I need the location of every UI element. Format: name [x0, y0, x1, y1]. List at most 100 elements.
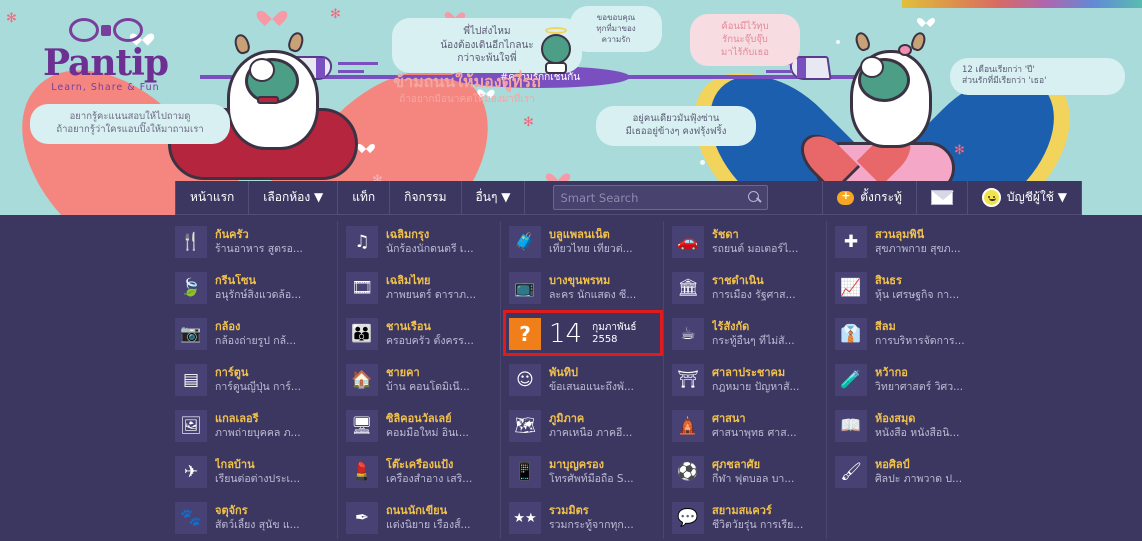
computer-icon: 🖥: [346, 410, 378, 442]
room-item[interactable]: ☺ พันทิป ข้อเสนอแนะถึงพั...: [509, 359, 655, 401]
room-item[interactable]: 🖥 ซิลิคอนวัลเลย์ คอมมือใหม่ อินเ...: [346, 405, 492, 447]
room-item[interactable]: 💄 โต๊ะเครื่องแป้ง เครื่องสำอาง เสริ...: [346, 451, 492, 493]
mascot-right: [820, 24, 960, 154]
room-desc: ข้อเสนอแนะถึงพั...: [549, 381, 634, 393]
room-item[interactable]: 🗺 ภูมิภาค ภาคเหนือ ภาคอี...: [509, 405, 655, 447]
room-item[interactable]: ✚ สวนลุมพินี สุขภาพกาย สุขภ...: [835, 221, 1000, 263]
nav-home[interactable]: หน้าแรก: [175, 181, 250, 214]
room-item[interactable]: 📷 กล้อง กล้องถ่ายรูป กล้...: [175, 313, 329, 355]
room-name: สินธร: [875, 274, 902, 287]
room-name: ไร้สังกัด: [712, 320, 750, 333]
speech-bubbles-icon: 💬: [672, 502, 704, 534]
room-item[interactable]: ⚽ ศุภชลาศัย กีฬา ฟุตบอล บา...: [672, 451, 818, 493]
search-icon[interactable]: [748, 191, 761, 204]
room-name: ห้องสมุด: [875, 412, 916, 425]
room-item[interactable]: ★★ รวมมิตร รวมกระทู้จากทุก...: [509, 497, 655, 539]
room-desc: การเมือง รัฐศาส...: [712, 289, 796, 301]
nav-tags[interactable]: แท็ก: [338, 181, 391, 214]
room-desc: เรียนต่อต่างประเ...: [215, 473, 301, 485]
room-name: โต๊ะเครื่องแป้ง: [386, 458, 454, 471]
mini-heart-icon: [262, 4, 282, 23]
date-widget[interactable]: ? 14 กุมภาพันธ์ 2558: [503, 310, 663, 356]
room-item[interactable]: ☕ ไร้สังกัด กระทู้อื่นๆ ที่ไม่สั...: [672, 313, 818, 355]
house-icon: 🏠: [346, 364, 378, 396]
search-input[interactable]: [560, 190, 749, 205]
room-desc: เที่ยวไทย เที่ยวต่...: [549, 243, 633, 255]
room-item[interactable]: 🍃 กรีนโซน อนุรักษ์สิ่งแวดล้อ...: [175, 267, 329, 309]
room-name: พันทิป: [549, 366, 579, 379]
room-item[interactable]: ✒ ถนนนักเขียน แต่งนิยาย เรื่องสั้...: [346, 497, 492, 539]
room-item[interactable]: 📈 สินธร หุ้น เศรษฐกิจ กา...: [835, 267, 1000, 309]
room-column-2: ♫ เฉลิมกรุง นักร้องนักดนตรี เ... 🎞 เฉลิม…: [338, 221, 501, 539]
room-name: มาบุญครอง: [549, 458, 605, 471]
room-item[interactable]: ✈ ไกลบ้าน เรียนต่อต่างประเ...: [175, 451, 329, 493]
room-item[interactable]: 🧪 หว้ากอ วิทยาศาสตร์ วิศว...: [835, 359, 1000, 401]
room-name: รวมมิตร: [549, 504, 589, 517]
room-item[interactable]: 📺 บางขุนพรหม ละคร นักแสดง ซี...: [509, 267, 655, 309]
room-desc: หุ้น เศรษฐกิจ กา...: [875, 289, 960, 301]
room-desc: บ้าน คอนโดมิเนี...: [386, 381, 470, 393]
room-column-4: 🚗 รัชดา รถยนต์ มอเตอร์ไ... 🏛 ราชดำเนิน ก…: [664, 221, 827, 539]
room-name: ซิลิคอนวัลเลย์: [386, 412, 452, 425]
room-desc: กล้องถ่ายรูป กล้...: [215, 335, 297, 347]
room-desc: กระทู้อื่นๆ ที่ไม่สั...: [712, 335, 795, 347]
room-item[interactable]: 🛕 ศาสนา ศาสนาพุทธ ศาส...: [672, 405, 818, 447]
create-post-button[interactable]: ตั้งกระทู้: [822, 181, 917, 214]
room-name: ศาลาประชาคม: [712, 366, 786, 379]
room-item[interactable]: 🏠 ชายคา บ้าน คอนโดมิเนี...: [346, 359, 492, 401]
avatar: [981, 188, 1001, 207]
room-item[interactable]: 👔 สีลม การบริหารจัดการ...: [835, 313, 1000, 355]
room-item[interactable]: 🐾 จตุจักร สัตว์เลี้ยง สุนัข แ...: [175, 497, 329, 539]
film-strip-icon: 🎞: [346, 272, 378, 304]
room-name: เฉลิมไทย: [386, 274, 431, 287]
angel-mascot-icon: [535, 26, 577, 74]
question-mark-icon[interactable]: ?: [509, 318, 541, 350]
room-item[interactable]: 📱 มาบุญครอง โทรศัพท์มือถือ S...: [509, 451, 655, 493]
room-name: การ์ตูน: [215, 366, 249, 379]
luggage-icon: 🧳: [509, 226, 541, 258]
room-desc: นักร้องนักดนตรี เ...: [386, 243, 474, 255]
nav-activity[interactable]: กิจกรรม: [390, 181, 462, 214]
room-name: ชายคา: [386, 366, 420, 379]
account-menu[interactable]: บัญชีผู้ใช้ ▼: [968, 181, 1082, 214]
room-desc: แต่งนิยาย เรื่องสั้...: [386, 519, 471, 531]
room-desc: กีฬา ฟุตบอล บา...: [712, 473, 795, 485]
room-desc: สัตว์เลี้ยง สุนัข แ...: [215, 519, 300, 531]
room-desc: คอมมือใหม่ อินเ...: [386, 427, 469, 439]
speech-bubble: ค้อนมีไว้ทุบ รักนะจุ๊บจุ๊บ มาไร้กับเธอ: [690, 14, 800, 67]
room-desc: ภาคเหนือ ภาคอี...: [549, 427, 633, 439]
room-item[interactable]: 👪 ชานเรือน ครอบครัว ตั้งครร...: [346, 313, 492, 355]
room-item[interactable]: 🚗 รัชดา รถยนต์ มอเตอร์ไ...: [672, 221, 818, 263]
search-box[interactable]: [553, 185, 769, 210]
room-desc: การบริหารจัดการ...: [875, 335, 965, 347]
room-item[interactable]: ⛩ ศาลาประชาคม กฎหมาย ปัญหาสั...: [672, 359, 818, 401]
room-desc: ภาพถ่ายบุคคล ภ...: [215, 427, 301, 439]
room-item[interactable]: 🎞 เฉลิมไทย ภาพยนตร์ ดาราภ...: [346, 267, 492, 309]
room-item[interactable]: 🖌 หอศิลป์ ศิลปะ ภาพวาด ป...: [835, 451, 1000, 493]
room-name: รัชดา: [712, 228, 739, 241]
car-bike-icon: 🚗: [672, 226, 704, 258]
room-item[interactable]: 🏛 ราชดำเนิน การเมือง รัฐศาส...: [672, 267, 818, 309]
room-item[interactable]: 🖼 แกลเลอรี่ ภาพถ่ายบุคคล ภ...: [175, 405, 329, 447]
room-name: กรีนโซน: [215, 274, 256, 287]
room-item[interactable]: ♫ เฉลิมกรุง นักร้องนักดนตรี เ...: [346, 221, 492, 263]
open-book-icon: 📖: [835, 410, 867, 442]
messages-button[interactable]: [917, 181, 968, 214]
site-logo[interactable]: Pantip Learn, Share & Fun: [28, 18, 183, 93]
room-item[interactable]: 🍴 ก้นครัว ร้านอาหาร สูตรอ...: [175, 221, 329, 263]
banner-subline: ถ้าอยากมีอนาคตให้มองมาที่เรา: [399, 94, 535, 105]
room-item[interactable]: 🧳 บลูแพลนเน็ต เที่ยวไทย เที่ยวต่...: [509, 221, 655, 263]
room-item[interactable]: 📖 ห้องสมุด หนังสือ หนังสือนิ...: [835, 405, 1000, 447]
nav-more[interactable]: อื่นๆ ▼: [462, 181, 526, 214]
room-name: จตุจักร: [215, 504, 248, 517]
room-name: ชานเรือน: [386, 320, 431, 333]
room-item[interactable]: 💬 สยามสแควร์ ชีวิตวัยรุ่น การเรีย...: [672, 497, 818, 539]
room-column-5: ✚ สวนลุมพินี สุขภาพกาย สุขภ... 📈 สินธร ห…: [827, 221, 1008, 539]
nav-rooms[interactable]: เลือกห้อง ▼: [249, 181, 339, 214]
television-icon: 📺: [509, 272, 541, 304]
room-desc: รถยนต์ มอเตอร์ไ...: [712, 243, 799, 255]
room-desc: ร้านอาหาร สูตรอ...: [215, 243, 303, 255]
room-item[interactable]: ▤ การ์ตูน การ์ตูนญี่ปุ่น การ์...: [175, 359, 329, 401]
coffee-cup-icon: ☕: [672, 318, 704, 350]
